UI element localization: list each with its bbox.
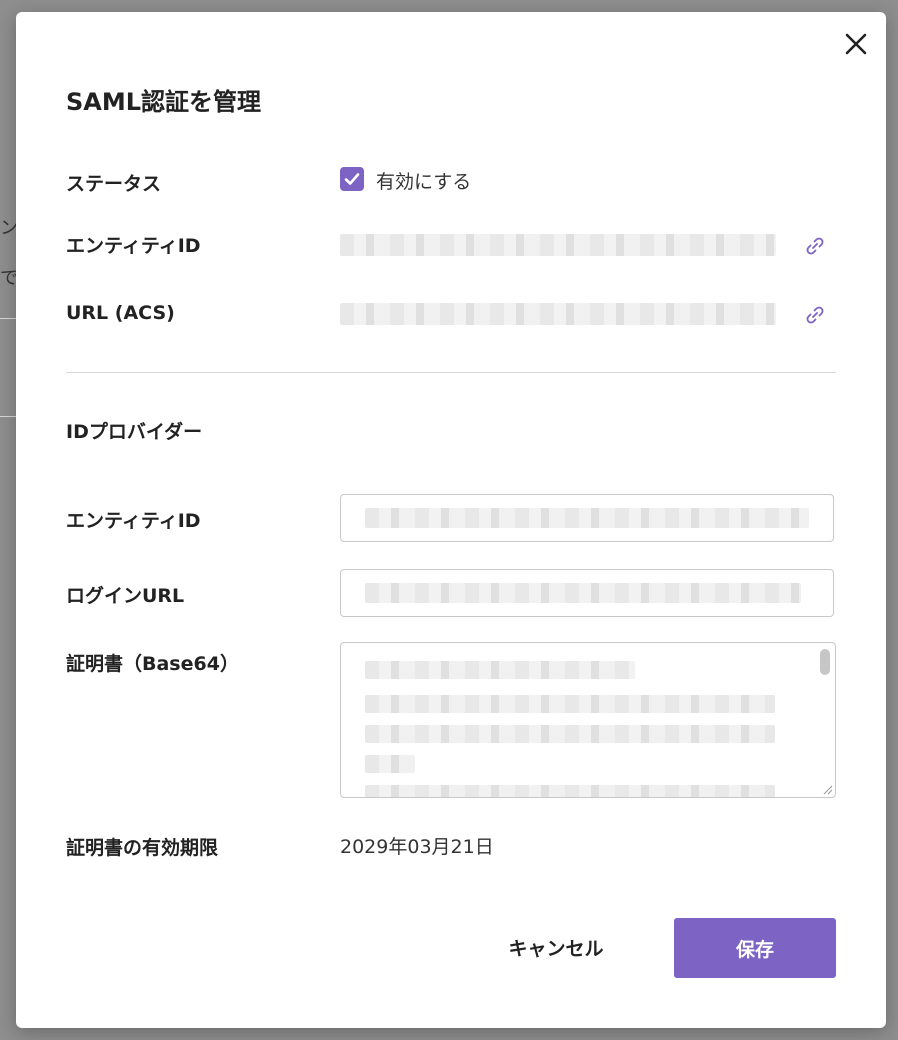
copy-acs-url-button[interactable] [804, 304, 826, 326]
sp-entity-id-label: エンティティID [66, 235, 201, 257]
certificate-textarea[interactable] [340, 642, 836, 798]
acs-url-value [340, 303, 776, 325]
certificate-label: 証明書（Base64） [66, 653, 239, 675]
certificate-value-line [365, 755, 415, 773]
status-label: ステータス [66, 173, 162, 195]
resize-handle-icon[interactable] [821, 783, 833, 795]
idp-entity-id-label: エンティティID [66, 510, 201, 532]
idp-entity-id-value [365, 508, 809, 528]
certificate-value-line [365, 695, 775, 713]
certificate-scrollbar[interactable] [820, 649, 830, 675]
expiry-label: 証明書の有効期限 [66, 837, 219, 859]
close-button[interactable] [842, 30, 870, 58]
cancel-button[interactable]: キャンセル [486, 922, 626, 972]
acs-url-label: URL (ACS) [66, 302, 175, 324]
sp-entity-id-value [340, 234, 776, 256]
section-divider [66, 372, 836, 373]
enable-checkbox-label: 有効にする [376, 171, 472, 193]
saml-settings-dialog: SAML認証を管理 ステータス 有効にする エンティティID URL (ACS)… [16, 12, 886, 1028]
expiry-value: 2029年03月21日 [340, 836, 494, 858]
login-url-input[interactable] [340, 569, 834, 617]
certificate-value-line [365, 661, 635, 679]
link-icon [806, 306, 824, 324]
link-icon [806, 237, 824, 255]
idp-section-title: IDプロバイダー [66, 421, 203, 443]
close-icon [845, 33, 867, 55]
login-url-value [365, 583, 801, 603]
idp-entity-id-input[interactable] [340, 494, 834, 542]
copy-sp-entity-id-button[interactable] [804, 235, 826, 257]
check-icon [344, 173, 360, 185]
dialog-title: SAML認証を管理 [66, 88, 262, 116]
certificate-value-line [365, 785, 775, 797]
certificate-value-line [365, 725, 775, 743]
login-url-label: ログインURL [66, 585, 185, 607]
enable-checkbox[interactable] [340, 167, 364, 191]
save-button[interactable]: 保存 [674, 918, 836, 978]
